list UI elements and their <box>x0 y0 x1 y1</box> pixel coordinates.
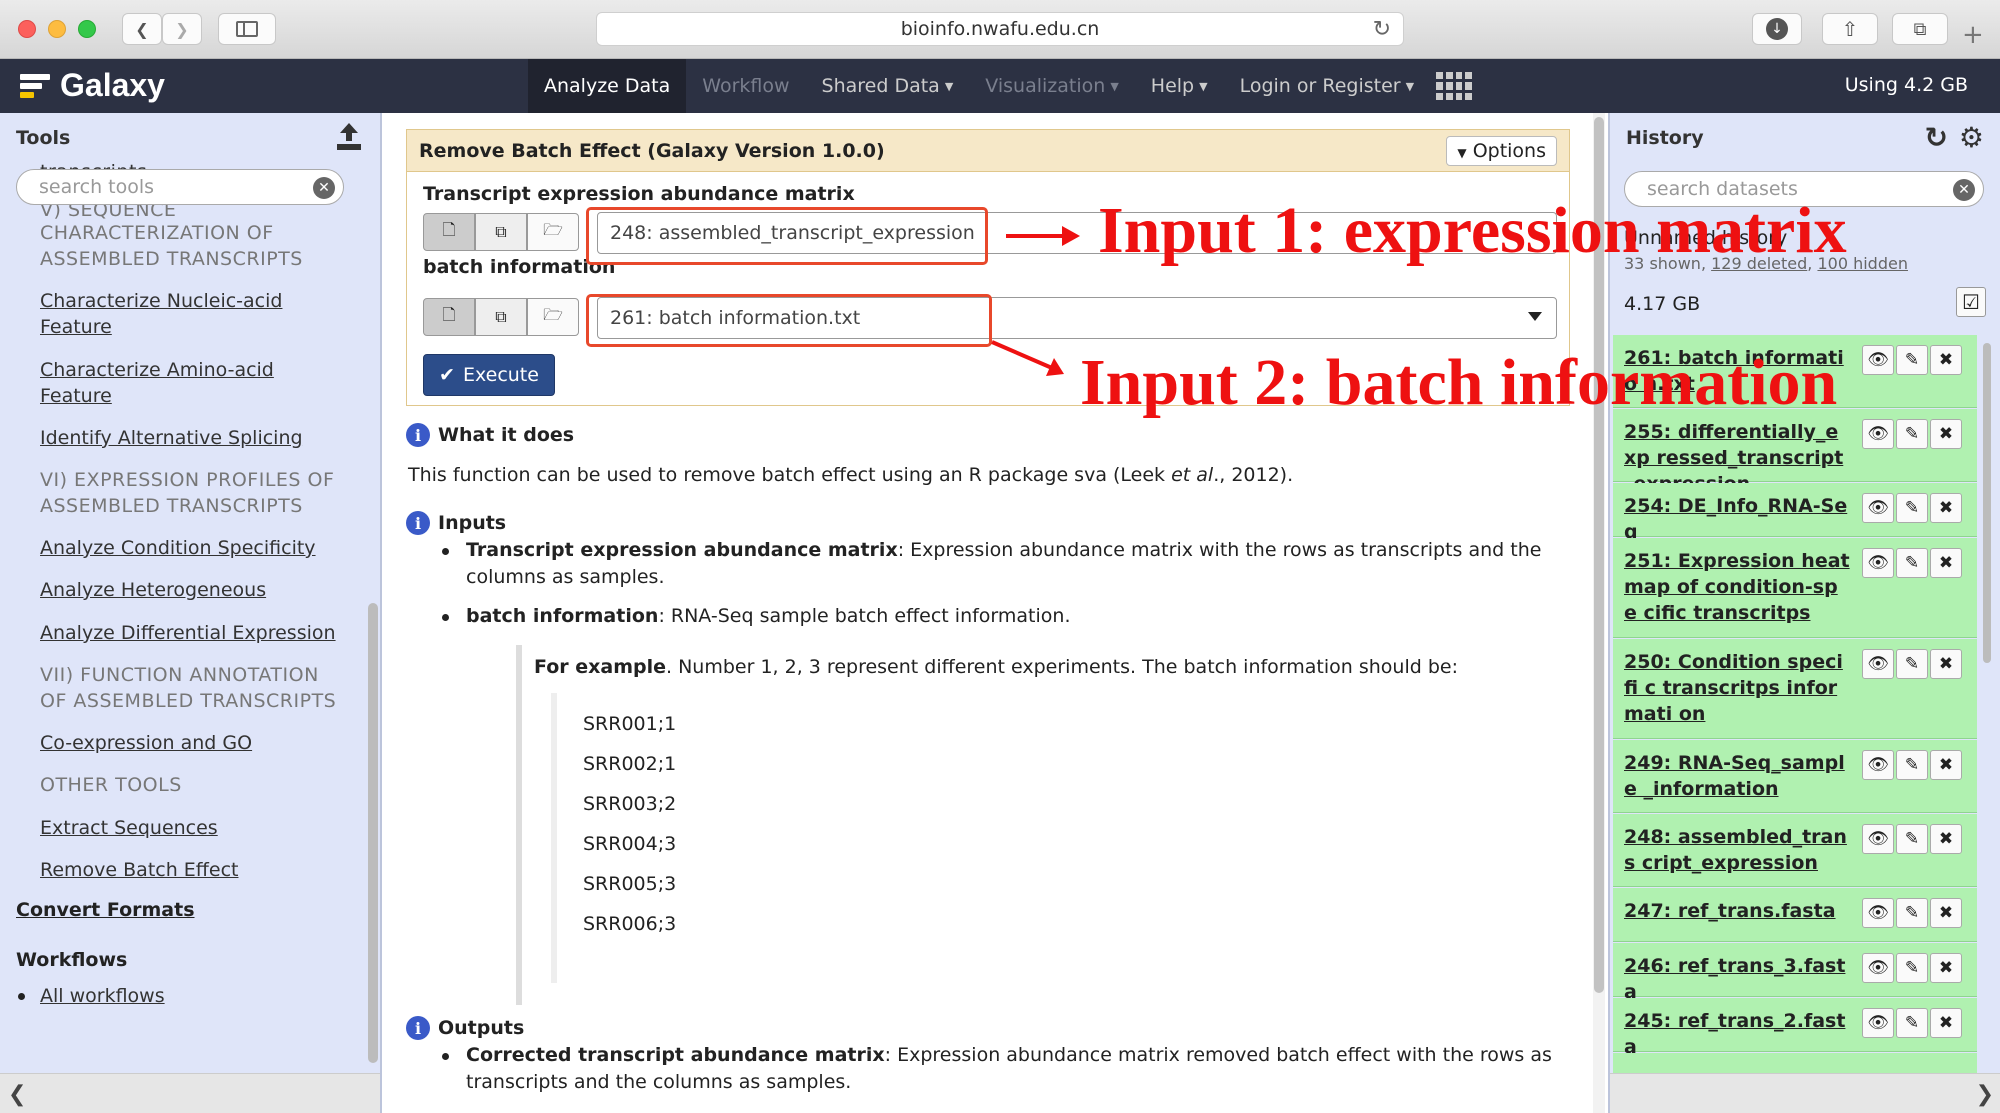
annotation-input2: Input 2: batch information <box>1080 346 1838 419</box>
annotation-arrows <box>991 226 1080 376</box>
annotation-input1: Input 1: expression matrix <box>1098 194 1847 267</box>
